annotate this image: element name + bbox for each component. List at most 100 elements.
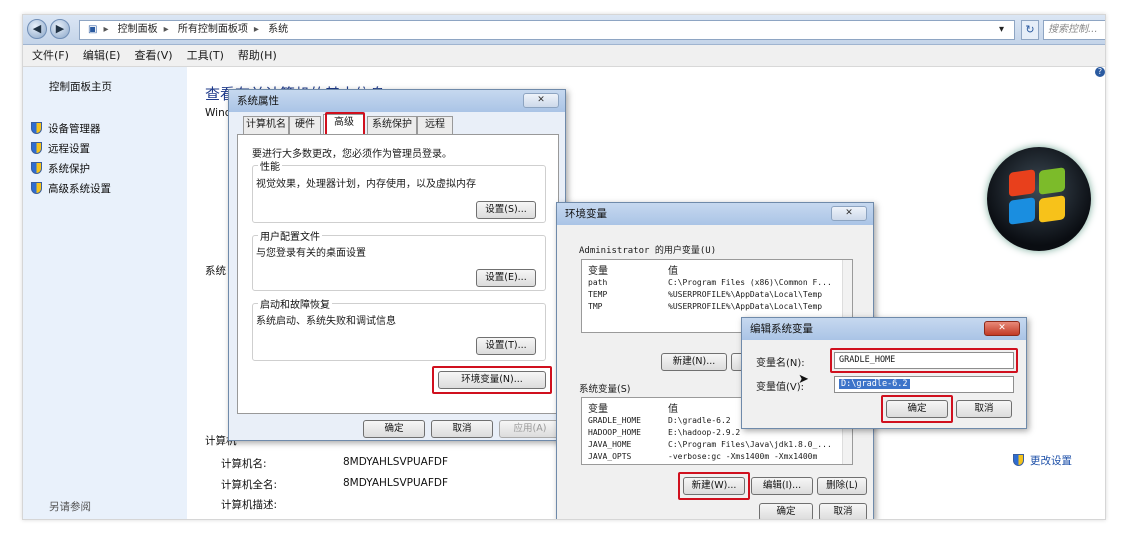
breadcrumb-item[interactable]: 所有控制面板项 [178, 24, 248, 35]
tab-system-protection[interactable]: 系统保护 [367, 116, 417, 134]
tab-panel: 要进行大多数更改，您必须作为管理员登录。 性能 视觉效果，处理器计划，内存使用，… [237, 134, 559, 414]
breadcrumb[interactable]: ▣ ▸ 控制面板 ▸ 所有控制面板项 ▸ 系统 ▾ [79, 20, 1015, 40]
sidebar-item-device-manager[interactable]: 设备管理器 [31, 121, 101, 136]
startup-desc: 系统启动、系统失败和调试信息 [256, 316, 396, 327]
cursor-icon: ➤ [798, 372, 809, 387]
system-edit-button[interactable]: 编辑(I)... [751, 477, 813, 495]
cancel-button[interactable]: 取消 [956, 400, 1012, 418]
info-value: 8MDYAHLSVPUAFDF [343, 456, 448, 468]
close-icon[interactable]: ✕ [523, 93, 559, 108]
table-row-value[interactable]: C:\Program Files (x86)\Common F... [668, 278, 842, 287]
sidebar-item-label: 高级系统设置 [48, 183, 111, 195]
apply-button[interactable]: 应用(A) [499, 420, 561, 438]
see-also-heading: 另请参阅 [49, 501, 91, 513]
table-row-name[interactable]: JAVA_OPTS [588, 452, 666, 461]
admin-note: 要进行大多数更改，您必须作为管理员登录。 [252, 149, 452, 160]
menu-help[interactable]: 帮助(H) [233, 45, 282, 67]
profile-label: 用户配置文件 [258, 228, 322, 243]
help-icon[interactable]: ? [1095, 67, 1105, 77]
sidebar-item-remote[interactable]: 远程设置 [31, 141, 90, 156]
table-row-name[interactable]: JAVA_HOME [588, 440, 666, 449]
user-vars-group-label: Administrator 的用户变量(U) [579, 246, 717, 256]
breadcrumb-sep-icon: ▸ [103, 24, 109, 35]
profile-desc: 与您登录有关的桌面设置 [256, 248, 366, 259]
shield-icon [1013, 454, 1024, 466]
sidebar-item-label: 设备管理器 [48, 123, 101, 135]
edit-system-variable-dialog: 编辑系统变量 ✕ 变量名(N): GRADLE_HOME 变量值(V): D:\… [741, 317, 1027, 429]
performance-settings-button[interactable]: 设置(S)... [476, 201, 536, 219]
sidebar-item-advanced[interactable]: 高级系统设置 [31, 181, 111, 196]
sidebar-home-link[interactable]: 控制面板主页 [49, 79, 112, 94]
cancel-button[interactable]: 取消 [431, 420, 493, 438]
breadcrumb-sep-icon: ▸ [163, 24, 169, 35]
column-header: 变量 [588, 404, 608, 415]
shield-icon [31, 142, 42, 154]
column-header: 变量 [588, 266, 608, 277]
table-row-value[interactable]: -verbose:gc -Xms1400m -Xmx1400m [668, 452, 842, 461]
startup-settings-button[interactable]: 设置(T)... [476, 337, 536, 355]
shield-icon [31, 182, 42, 194]
menu-bar: 文件(F) 编辑(E) 查看(V) 工具(T) 帮助(H) [23, 45, 1105, 67]
sidebar: 控制面板主页 设备管理器 远程设置 系统保护 高级系统设置 另请参阅 [23, 67, 187, 519]
performance-desc: 视觉效果，处理器计划，内存使用，以及虚拟内存 [256, 179, 476, 190]
menu-tools[interactable]: 工具(T) [182, 45, 229, 67]
variable-value-field[interactable]: D:\gradle-6.2 [834, 376, 1014, 393]
table-row-value[interactable]: C:\Program Files\Java\jdk1.8.0_... [668, 440, 842, 449]
info-label: 计算机全名: [221, 479, 278, 491]
back-button[interactable]: ◀ [27, 19, 47, 39]
close-icon[interactable]: ✕ [984, 321, 1020, 336]
table-row-value[interactable]: %USERPROFILE%\AppData\Local\Temp [668, 290, 842, 299]
sidebar-item-protection[interactable]: 系统保护 [31, 161, 90, 176]
cancel-button[interactable]: 取消 [819, 503, 867, 519]
close-icon[interactable]: ✕ [831, 206, 867, 221]
tab-computer-name[interactable]: 计算机名 [243, 116, 289, 134]
table-row-name[interactable]: HADOOP_HOME [588, 428, 666, 437]
system-delete-button[interactable]: 删除(L) [817, 477, 867, 495]
menu-file[interactable]: 文件(F) [27, 45, 74, 67]
highlight-advanced-tab [325, 112, 365, 136]
dropdown-arrow-icon[interactable]: ▾ [999, 21, 1004, 39]
info-label: 计算机名: [221, 458, 267, 470]
variable-name-label: 变量名(N): [756, 358, 805, 369]
profile-settings-button[interactable]: 设置(E)... [476, 269, 536, 287]
breadcrumb-item[interactable]: 控制面板 [118, 24, 158, 35]
table-row-name[interactable]: GRADLE_HOME [588, 416, 666, 425]
shield-icon [31, 162, 42, 174]
tab-hardware[interactable]: 硬件 [289, 116, 321, 134]
table-row-value[interactable]: %USERPROFILE%\AppData\Local\Temp [668, 302, 842, 311]
ok-button[interactable]: 确定 [363, 420, 425, 438]
screenshot-frame: ◀ ▶ ▣ ▸ 控制面板 ▸ 所有控制面板项 ▸ 系统 ▾ ↻ 搜索控制... 文件(… [22, 14, 1106, 520]
breadcrumb-item[interactable]: 系统 [268, 24, 288, 35]
forward-button[interactable]: ▶ [50, 19, 70, 39]
sidebar-item-label: 系统保护 [48, 163, 90, 175]
info-value: 8MDYAHLSVPUAFDF [343, 477, 448, 489]
table-row-value[interactable]: E:\hadoop-2.9.2 [668, 428, 842, 437]
user-new-button[interactable]: 新建(N)... [661, 353, 727, 371]
variable-value-text: D:\gradle-6.2 [839, 379, 910, 389]
change-settings-link[interactable]: 更改设置 [1013, 453, 1072, 468]
performance-label: 性能 [258, 158, 282, 173]
column-header: 值 [668, 404, 678, 415]
dialog-title: 环境变量 [557, 203, 873, 225]
highlight-ok-button [881, 395, 953, 423]
column-header: 值 [668, 266, 678, 277]
dialog-title: 系统属性 [229, 90, 565, 112]
tab-remote[interactable]: 远程 [417, 116, 453, 134]
startup-label: 启动和故障恢复 [258, 296, 332, 311]
highlight-name-field [830, 348, 1018, 373]
refresh-icon[interactable]: ↻ [1021, 20, 1039, 40]
variable-value-label: 变量值(V): [756, 382, 805, 393]
shield-icon [31, 122, 42, 134]
sidebar-item-label: 远程设置 [48, 143, 90, 155]
menu-edit[interactable]: 编辑(E) [78, 45, 126, 67]
search-input[interactable]: 搜索控制... [1043, 20, 1105, 40]
table-row-name[interactable]: TEMP [588, 290, 666, 299]
table-row-name[interactable]: path [588, 278, 666, 287]
highlight-new-button [678, 472, 750, 500]
dialog-body: 变量名(N): GRADLE_HOME 变量值(V): D:\gradle-6.… [742, 340, 1026, 428]
table-row-name[interactable]: TMP [588, 302, 666, 311]
ok-button[interactable]: 确定 [759, 503, 813, 519]
info-label: 计算机描述: [221, 499, 278, 511]
address-bar: ◀ ▶ ▣ ▸ 控制面板 ▸ 所有控制面板项 ▸ 系统 ▾ ↻ 搜索控制... [23, 15, 1105, 45]
menu-view[interactable]: 查看(V) [129, 45, 177, 67]
